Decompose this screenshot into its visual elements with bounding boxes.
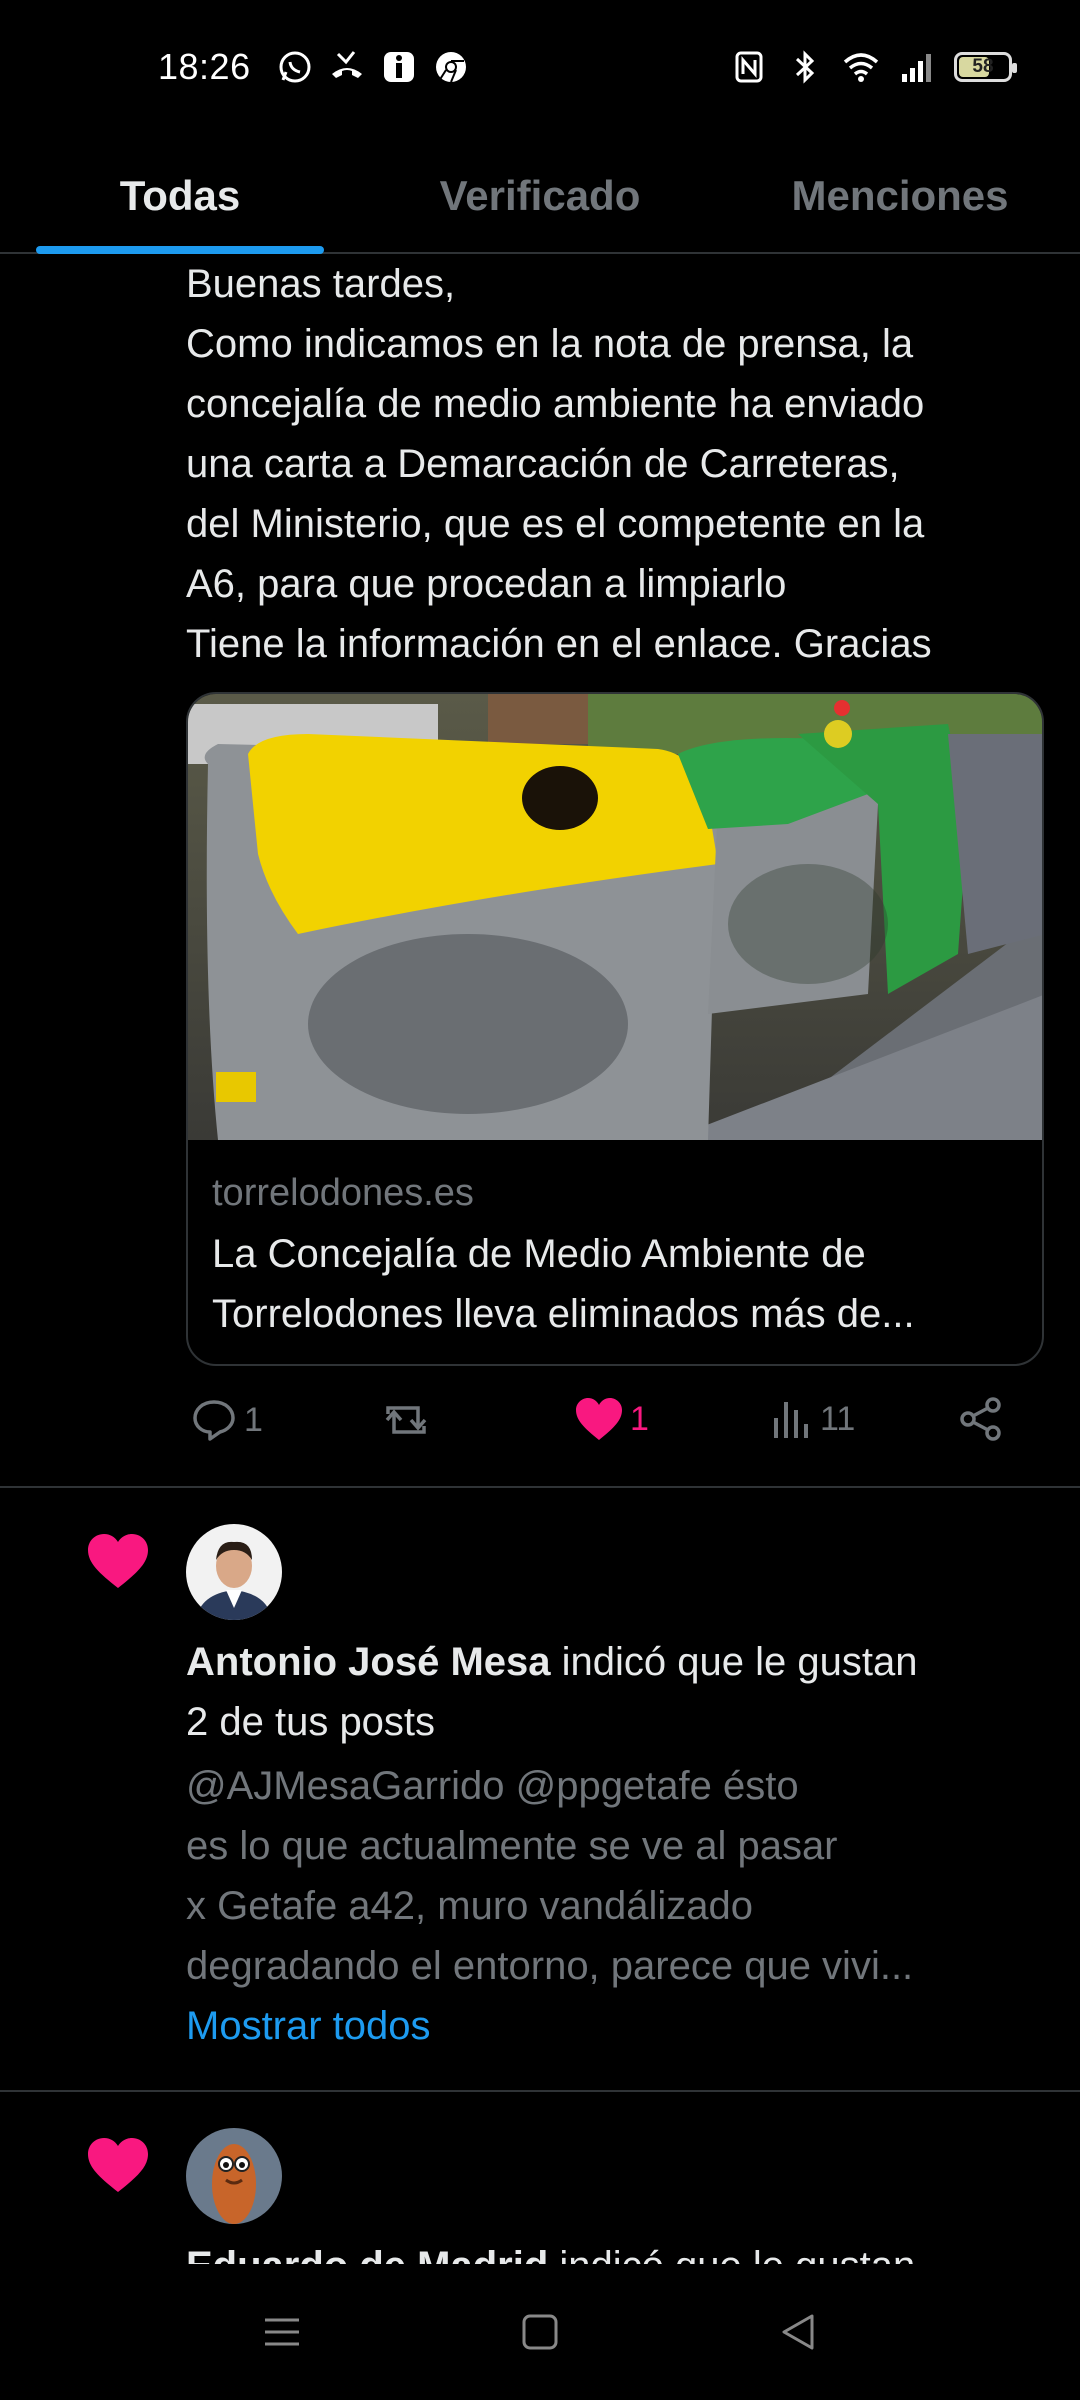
home-nav-button[interactable] (516, 2308, 564, 2356)
system-nav-bar (0, 2264, 1080, 2400)
notification-line: 2 de tus posts (186, 1700, 436, 1744)
avatar[interactable] (186, 2128, 282, 2224)
notification-line: Eduardo de Madrid indicó que le gustan (186, 2236, 1046, 2264)
link-title-line: La Concejalía de Medio Ambiente de (212, 1232, 866, 1276)
views-chart-icon (774, 1402, 808, 1438)
preview-line: x Getafe a42, muro vandálizado (186, 1884, 754, 1928)
menu-nav-button[interactable] (258, 2308, 306, 2356)
back-nav-button[interactable] (774, 2308, 822, 2356)
like-button[interactable]: 1 (574, 1396, 649, 1442)
tab-menciones[interactable]: Menciones (720, 140, 1080, 252)
reply-count: 1 (244, 1400, 263, 1439)
notification-tabs: Todas Verificado Menciones (0, 140, 1080, 254)
status-time: 18:26 (158, 46, 251, 87)
notification-icons (276, 48, 470, 86)
views-button[interactable]: 11 (770, 1396, 855, 1442)
link-preview-card[interactable]: torrelodones.es La Concejalía de Medio A… (186, 692, 1044, 1366)
active-tab-indicator (36, 246, 324, 254)
post-text-line: del Ministerio, que es el competente en … (186, 502, 925, 546)
show-all-link[interactable]: Mostrar todos (186, 2004, 431, 2049)
like-count: 1 (630, 1399, 649, 1438)
bluetooth-icon (786, 48, 824, 86)
nfc-icon (730, 48, 768, 86)
share-button[interactable] (958, 1396, 1004, 1442)
info-app-icon (380, 48, 418, 86)
whatsapp-icon (276, 48, 314, 86)
battery-indicator: 58 (954, 52, 1017, 82)
liked-post-preview[interactable]: @AJMesaGarrido @ppgetafe ésto es lo que … (186, 1756, 1046, 1996)
share-icon (960, 1397, 1001, 1441)
user-name[interactable]: Antonio José Mesa (186, 1640, 551, 1684)
notification-action: indicó que le gustan (550, 1640, 918, 1684)
repost-button[interactable] (378, 1396, 434, 1444)
user-name[interactable]: Eduardo de Madrid (186, 2244, 548, 2264)
menu-icon (265, 2318, 299, 2346)
post-text-line: A6, para que procedan a limpiarlo (186, 562, 787, 606)
chrome-icon (432, 48, 470, 86)
reply-icon (193, 1400, 235, 1441)
views-count: 11 (820, 1399, 856, 1438)
link-title-line: Torrelodones lleva eliminados más de... (212, 1292, 915, 1336)
tab-label: Verificado (439, 172, 641, 219)
divider (0, 2090, 1080, 2092)
reply-button[interactable]: 1 (190, 1396, 263, 1444)
avatar-image (186, 1524, 282, 1620)
wifi-icon (842, 48, 880, 86)
signal-icon (898, 48, 936, 86)
preview-line: es lo que actualmente se ve al pasar (186, 1824, 838, 1868)
post-text[interactable]: Buenas tardes, Como indicamos en la nota… (186, 254, 1046, 674)
system-icons: 58 (730, 48, 1017, 86)
post-text-line: Como indicamos en la nota de prensa, la (186, 322, 914, 366)
link-preview-image (188, 694, 1042, 1140)
link-domain: torrelodones.es (212, 1172, 474, 1214)
status-bar: 18:26 58 (0, 0, 1080, 140)
tab-verificado[interactable]: Verificado (360, 140, 720, 252)
tab-label: Todas (119, 172, 241, 219)
post-text-line: Buenas tardes, (186, 262, 456, 306)
tab-label: Menciones (791, 172, 1009, 219)
post-text-line: una carta a Demarcación de Carreteras, (186, 442, 900, 486)
notification-action: indicó que le gustan (548, 2244, 915, 2264)
back-triangle-icon (782, 2314, 814, 2350)
repost-icon (385, 1406, 427, 1434)
preview-line: degradando el entorno, parece que vivi..… (186, 1944, 914, 1988)
avatar-image (186, 2128, 282, 2224)
notification-text[interactable]: Antonio José Mesa indicó que le gustan 2… (186, 1632, 1046, 1752)
heart-filled-icon (576, 1398, 622, 1440)
missed-call-icon (328, 48, 366, 86)
post-actions: 1 1 11 (186, 1396, 1044, 1462)
notification-line: Antonio José Mesa indicó que le gustan (186, 1632, 1046, 1692)
post-text-line: concejalía de medio ambiente ha enviado (186, 382, 925, 426)
tab-todas[interactable]: Todas (0, 140, 360, 254)
heart-icon (88, 1534, 148, 1588)
divider (0, 1486, 1080, 1488)
preview-line: @AJMesaGarrido @ppgetafe ésto (186, 1764, 799, 1808)
home-square-icon (522, 2314, 558, 2350)
battery-level: 58 (972, 56, 994, 77)
avatar[interactable] (186, 1524, 282, 1620)
heart-icon (88, 2138, 148, 2192)
post-text-line: Tiene la información en el enlace. Graci… (186, 622, 932, 666)
link-title: La Concejalía de Medio Ambiente de Torre… (212, 1224, 1022, 1344)
notification-text[interactable]: Eduardo de Madrid indicó que le gustan (186, 2236, 1046, 2264)
